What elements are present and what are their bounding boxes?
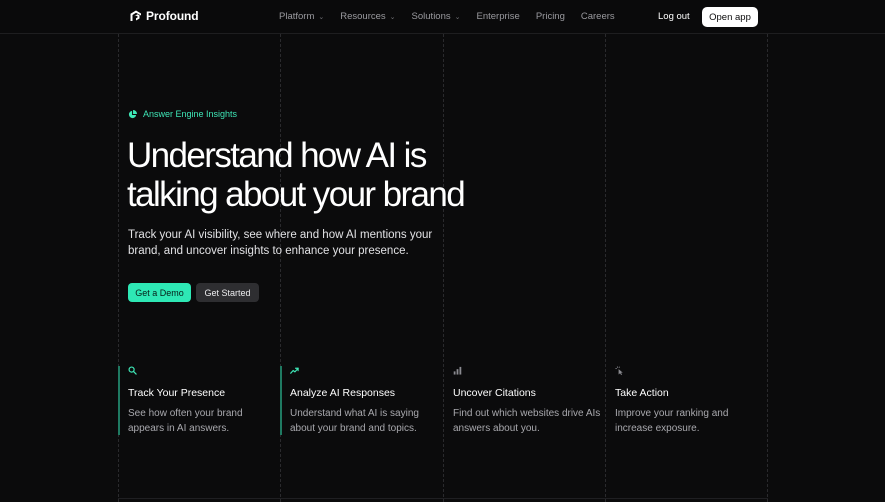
brand-logo[interactable]: Profound [130, 9, 199, 23]
feature-title: Uncover Citations [453, 387, 536, 399]
bar-chart-icon [453, 366, 462, 375]
brand-name: Profound [146, 9, 199, 23]
nav-item-label: Platform [279, 11, 315, 22]
nav-item-label: Solutions [411, 11, 451, 22]
hero-badge-label: Answer Engine Insights [143, 109, 238, 119]
chevron-down-icon: ⌄ [454, 13, 461, 21]
nav-item-platform[interactable]: Platform ⌄ [279, 11, 324, 22]
feature-description: Understand what AI is saying about your … [290, 408, 419, 434]
pie-chart-icon [128, 109, 137, 118]
feature-title: Track Your Presence [128, 387, 226, 399]
grid-guide-line [443, 34, 444, 502]
logout-link[interactable]: Log out [658, 11, 690, 22]
search-icon [128, 366, 137, 375]
feature-accent-bar [118, 366, 120, 435]
chevron-down-icon: ⌄ [318, 13, 325, 21]
nav-item-enterprise[interactable]: Enterprise [477, 11, 520, 22]
nav-item-solutions[interactable]: Solutions ⌄ [412, 11, 461, 22]
hero-badge: Answer Engine Insights [128, 109, 237, 119]
nav-item-resources[interactable]: Resources ⌄ [340, 11, 395, 22]
grid-guide-line [767, 34, 768, 502]
cursor-click-icon [615, 366, 623, 375]
nav-menu: Platform ⌄ Resources ⌄ Solutions ⌄ Enter… [279, 11, 631, 22]
nav-item-pricing[interactable]: Pricing [536, 11, 565, 22]
feature-description: See how often your brand appears in AI a… [128, 408, 243, 434]
nav-item-careers[interactable]: Careers [581, 11, 615, 22]
hero-subtitle: Track your AI visibility, see where and … [128, 229, 433, 257]
hero-headline: Understand how AI is talking about your … [127, 136, 466, 214]
nav-item-label: Careers [580, 11, 615, 22]
nav-item-label: Resources [340, 11, 386, 22]
get-demo-button[interactable]: Get a Demo [128, 283, 191, 302]
grid-guide-line [605, 34, 606, 502]
trend-up-icon [290, 367, 299, 374]
section-divider [118, 498, 768, 499]
open-app-button[interactable]: Open app [702, 7, 758, 27]
get-started-button[interactable]: Get Started [196, 283, 259, 302]
feature-accent-bar [280, 366, 282, 435]
feature-title: Take Action [615, 387, 669, 399]
feature-description: Find out which websites drive AIs answer… [453, 408, 601, 434]
nav-item-label: Pricing [535, 11, 565, 22]
feature-description: Improve your ranking and increase exposu… [615, 408, 729, 434]
profound-logo-icon [130, 10, 141, 21]
feature-title: Analyze AI Responses [290, 387, 396, 399]
nav-item-label: Enterprise [476, 11, 520, 22]
top-navigation: Profound Platform ⌄ Resources ⌄ Solution… [0, 0, 885, 34]
chevron-down-icon: ⌄ [389, 13, 396, 21]
